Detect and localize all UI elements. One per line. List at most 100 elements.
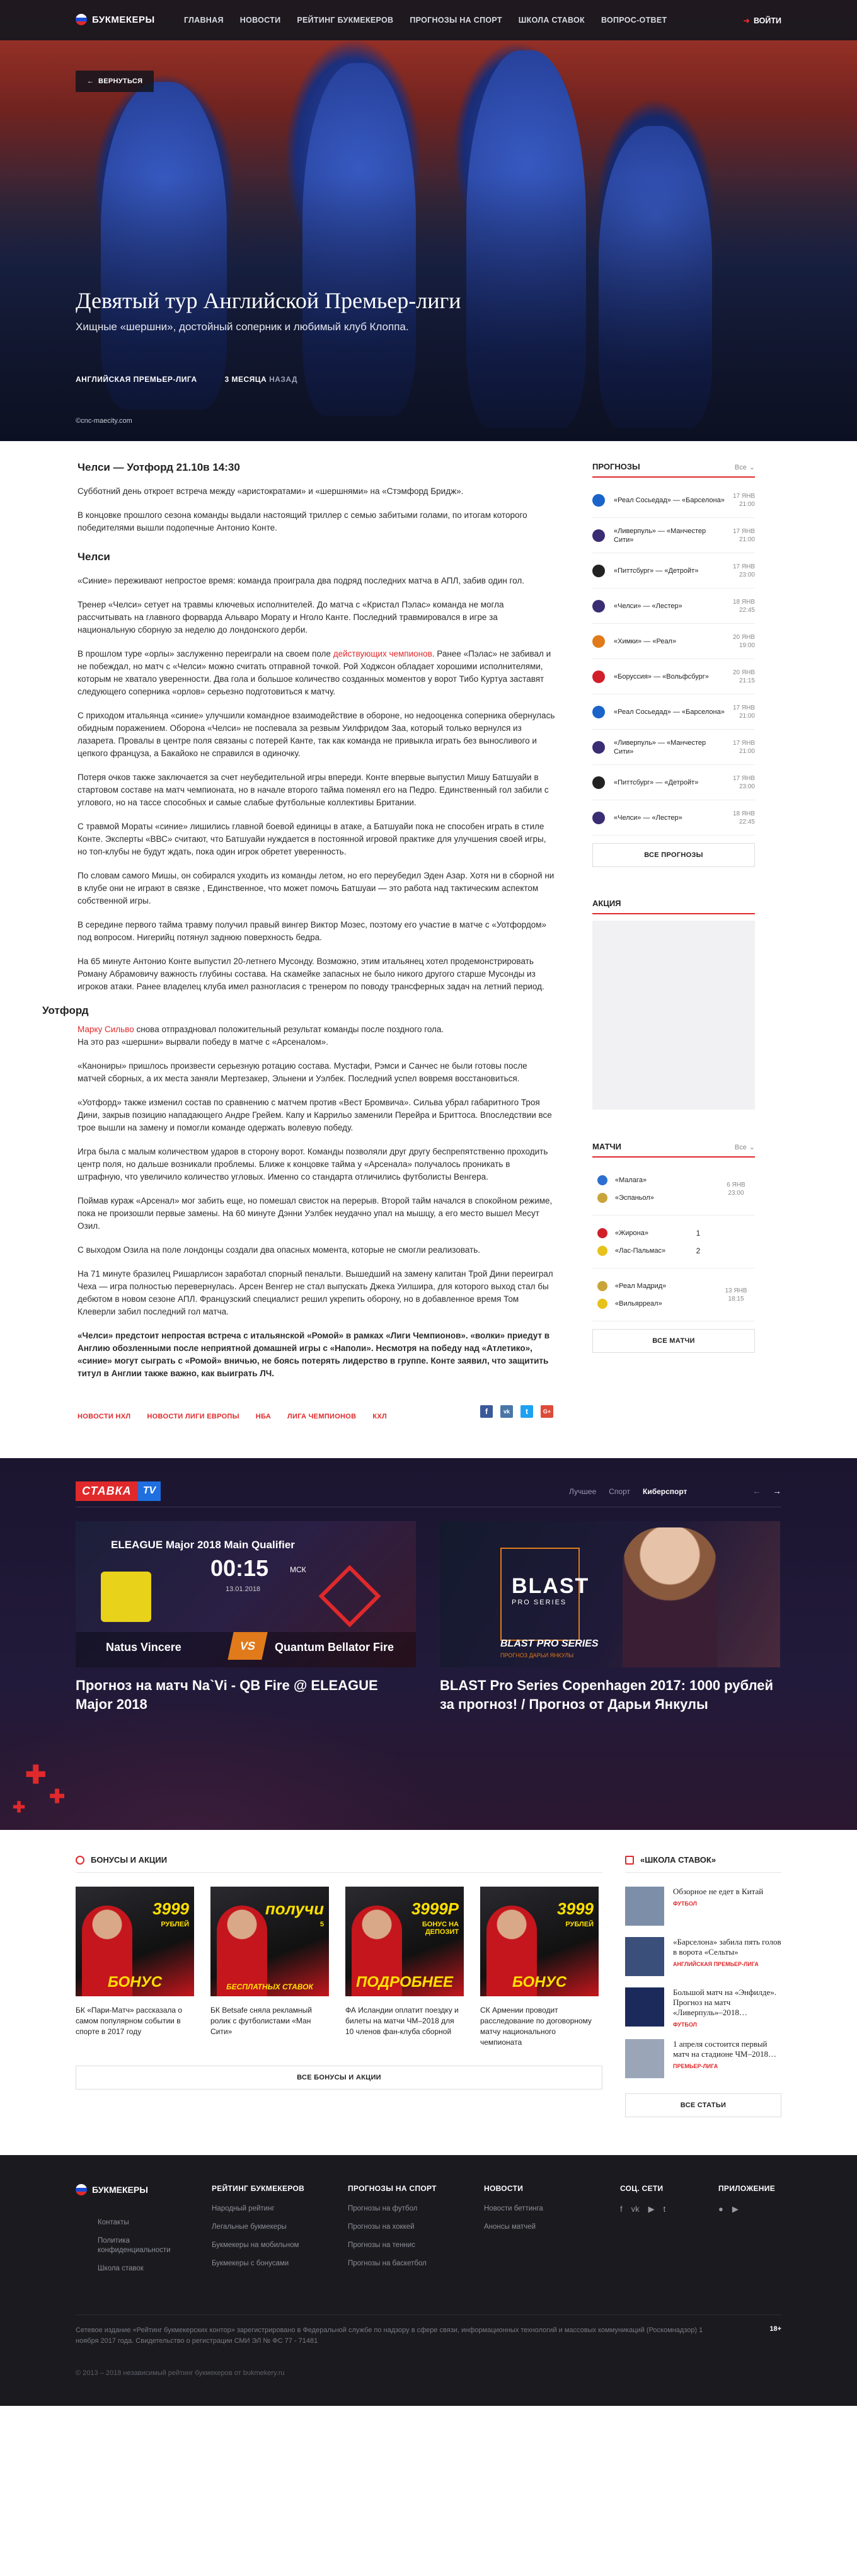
school-article[interactable]: Большой матч на «Энфилде». Прогноз на ма…	[625, 1987, 781, 2028]
footer-link[interactable]: Прогнозы на баскетбол	[348, 2259, 437, 2268]
tag-link[interactable]: КХЛ	[372, 1413, 387, 1420]
tag-link[interactable]: НОВОСТИ ЛИГИ ЕВРОПЫ	[147, 1413, 239, 1420]
footer-link[interactable]: Школа ставок	[98, 2264, 192, 2274]
nav-item-rating[interactable]: РЕЙТИНГ БУКМЕКЕРОВ	[297, 16, 393, 25]
match-date	[717, 1238, 755, 1246]
bonus-card[interactable]: 3999Р БОНУС НА ДЕПОЗИТ ПОДРОБНЕЕ ФА Исла…	[345, 1887, 464, 2048]
main-content: Челси — Уотфорд 21.10в 14:30 Субботний д…	[42, 441, 781, 1420]
time: 22:45	[739, 606, 755, 614]
video-card[interactable]: ELEAGUE Major 2018 Main Qualifier 00:15 …	[76, 1521, 416, 1714]
paragraph: На 65 минуте Антонио Конте выпустил 20-л…	[78, 957, 544, 991]
footer-link[interactable]: Анонсы матчей	[484, 2222, 543, 2232]
section-heading: Челси — Уотфорд 21.10в 14:30	[78, 461, 240, 473]
category-link[interactable]: АНГЛИЙСКАЯ ПРЕМЬЕР-ЛИГА	[76, 375, 197, 384]
footer-link[interactable]: Прогнозы на хоккей	[348, 2222, 437, 2232]
footer-link[interactable]: Прогнозы на футбол	[348, 2204, 437, 2214]
facebook-icon[interactable]: f	[620, 2204, 623, 2214]
footer-link[interactable]: Народный рейтинг	[212, 2204, 304, 2214]
footer-link[interactable]: Букмекеры с бонусами	[212, 2259, 304, 2268]
arrow-left-icon[interactable]: ←	[752, 1486, 761, 1496]
tag-link[interactable]: НОВОСТИ НХЛ	[78, 1413, 130, 1420]
matches-all-link[interactable]: Все ⌄	[735, 1141, 755, 1151]
paragraph: На 71 минуте бразилец Ришарлисон заработ…	[78, 1269, 553, 1316]
main-nav: ГЛАВНАЯ НОВОСТИ РЕЙТИНГ БУКМЕКЕРОВ ПРОГН…	[184, 16, 667, 25]
nav-item-home[interactable]: ГЛАВНАЯ	[184, 16, 224, 25]
school-article[interactable]: 1 апреля состоится первый матч на стадио…	[625, 2039, 781, 2078]
inline-link[interactable]: Марку Сильво	[78, 1025, 134, 1034]
tab-sport[interactable]: Спорт	[609, 1487, 630, 1496]
forecast-date: 17 ЯНВ 21:00	[727, 739, 755, 756]
footer-link[interactable]: Прогнозы на теннис	[348, 2241, 437, 2250]
all-bonuses-button[interactable]: ВСЕ БОНУСЫ И АКЦИИ	[76, 2066, 602, 2090]
banner-sub: РУБЛЕЙ	[565, 1921, 594, 1928]
article-tag: ФУТБОЛ	[673, 2021, 697, 2028]
google-plus-icon[interactable]: G+	[541, 1405, 553, 1418]
twitter-icon[interactable]: t	[664, 2204, 666, 2214]
nav-item-forecasts[interactable]: ПРОГНОЗЫ НА СПОРТ	[410, 16, 502, 25]
banner-sub: РУБЛЕЙ	[161, 1921, 189, 1928]
school-article-text: Большой матч на «Энфилде». Прогноз на ма…	[673, 1987, 781, 2028]
tab-esports[interactable]: Киберспорт	[643, 1487, 687, 1496]
article-thumbnail	[625, 2039, 664, 2078]
school-article-text: 1 апреля состоится первый матч на стадио…	[673, 2039, 781, 2078]
brand-name: БУКМЕКЕРЫ	[92, 14, 155, 25]
school-block: «ШКОЛА СТАВОК» Обзорное не едет в Китай Ф…	[625, 1855, 781, 2117]
nav-item-news[interactable]: НОВОСТИ	[240, 16, 281, 25]
app-icons: ● ▶	[718, 2204, 775, 2222]
thumb-team: Natus Vincere	[106, 1641, 181, 1653]
school-article-text: «Барселона» забила пять голов в ворота «…	[673, 1937, 781, 1976]
youtube-icon[interactable]: ▶	[648, 2204, 655, 2214]
footer-link[interactable]: Букмекеры на мобильном	[212, 2241, 304, 2250]
paragraph: С выходом Озила на поле лондонцы создали…	[78, 1245, 481, 1255]
thumb-brand: BLAST	[512, 1574, 590, 1598]
all-articles-button[interactable]: ВСЕ СТАТЬИ	[625, 2093, 781, 2117]
bonus-card[interactable]: получи 5 БЕСПЛАТНЫХ СТАВОК БК Betsafe сн…	[210, 1887, 329, 2048]
video-card[interactable]: BLAST PRO SERIES BLAST PRO SERIES ПРОГНО…	[440, 1521, 780, 1714]
forecast-teams: «Ливерпуль» — «Манчестер Сити»	[614, 739, 706, 756]
tag-link[interactable]: ЛИГА ЧЕМПИОНОВ	[287, 1413, 356, 1420]
section-heading: Уотфорд	[42, 1004, 89, 1016]
google-play-icon[interactable]: ▶	[732, 2204, 739, 2214]
footer-link[interactable]: Новости беттинга	[484, 2204, 543, 2214]
date: 17 ЯНВ	[732, 492, 755, 500]
bonus-list: 3999 РУБЛЕЙ БОНУС БК «Пари-Матч» рассказ…	[76, 1887, 602, 2048]
thumb-text: ELEAGUE Major 2018 Main Qualifier	[111, 1539, 295, 1551]
tab-best[interactable]: Лучшее	[569, 1487, 596, 1496]
inline-link[interactable]: действующих чемпионов	[333, 649, 432, 658]
footer-link[interactable]: Контакты	[98, 2218, 192, 2228]
team-score: 2	[696, 1246, 701, 1255]
footer-link[interactable]: Легальные букмекеры	[212, 2222, 304, 2232]
footer-social: СОЦ. СЕТИ f vk ▶ t	[620, 2184, 665, 2222]
bonus-card[interactable]: 3999 РУБЛЕЙ БОНУС БК «Пари-Матч» рассказ…	[76, 1887, 194, 2048]
bonus-card[interactable]: 3999 РУБЛЕЙ БОНУС СК Армении проводит ра…	[480, 1887, 599, 2048]
date: 20 ЯНВ	[732, 669, 755, 676]
twitter-icon[interactable]: t	[521, 1405, 533, 1418]
school-article-text: Обзорное не едет в Китай ФУТБОЛ	[673, 1887, 763, 1926]
logo-text: TV	[137, 1481, 161, 1501]
school-article[interactable]: Обзорное не едет в Китай ФУТБОЛ	[625, 1887, 781, 1926]
time: 23:00	[739, 571, 755, 578]
tag-link[interactable]: НБА	[256, 1413, 271, 1420]
stavka-tv-logo[interactable]: СТАВКА TV	[76, 1481, 161, 1501]
footer-link[interactable]: Политика конфиденциальности	[98, 2236, 192, 2255]
nav-item-faq[interactable]: ВОПРОС-ОТВЕТ	[601, 16, 667, 25]
school-article[interactable]: «Барселона» забила пять голов в ворота «…	[625, 1937, 781, 1976]
article-title: «Барселона» забила пять голов в ворота «…	[673, 1937, 781, 1957]
stavka-tv-section: ✚ ✚ ✚ СТАВКА TV Лучшее Спорт Киберспорт ←…	[0, 1458, 857, 1830]
forecast-teams: «Челси» — «Лестер»	[614, 602, 682, 610]
facebook-icon[interactable]: f	[480, 1405, 493, 1418]
article-title: 1 апреля состоится первый матч на стадио…	[673, 2039, 776, 2059]
vk-icon[interactable]: vk	[631, 2204, 640, 2214]
vk-icon[interactable]: vk	[500, 1405, 513, 1418]
forecasts-all-link[interactable]: Все ⌄	[735, 461, 755, 471]
footer-logo[interactable]: БУКМЕКЕРЫ	[76, 2184, 148, 2195]
back-button[interactable]: ← ВЕРНУТЬСЯ	[76, 71, 154, 92]
site-logo[interactable]: БУКМЕКЕРЫ	[76, 14, 155, 25]
banner-label: БОНУС	[107, 1974, 163, 1991]
apple-icon[interactable]: ●	[718, 2204, 723, 2214]
arrow-right-icon[interactable]: →	[773, 1486, 781, 1496]
forecast-teams: «Челси» — «Лестер»	[614, 814, 682, 822]
nav-item-school[interactable]: ШКОЛА СТАВОК	[519, 16, 585, 25]
banner-sub: 5	[319, 1921, 324, 1928]
login-button[interactable]: ➜ ВОЙТИ	[743, 16, 781, 25]
